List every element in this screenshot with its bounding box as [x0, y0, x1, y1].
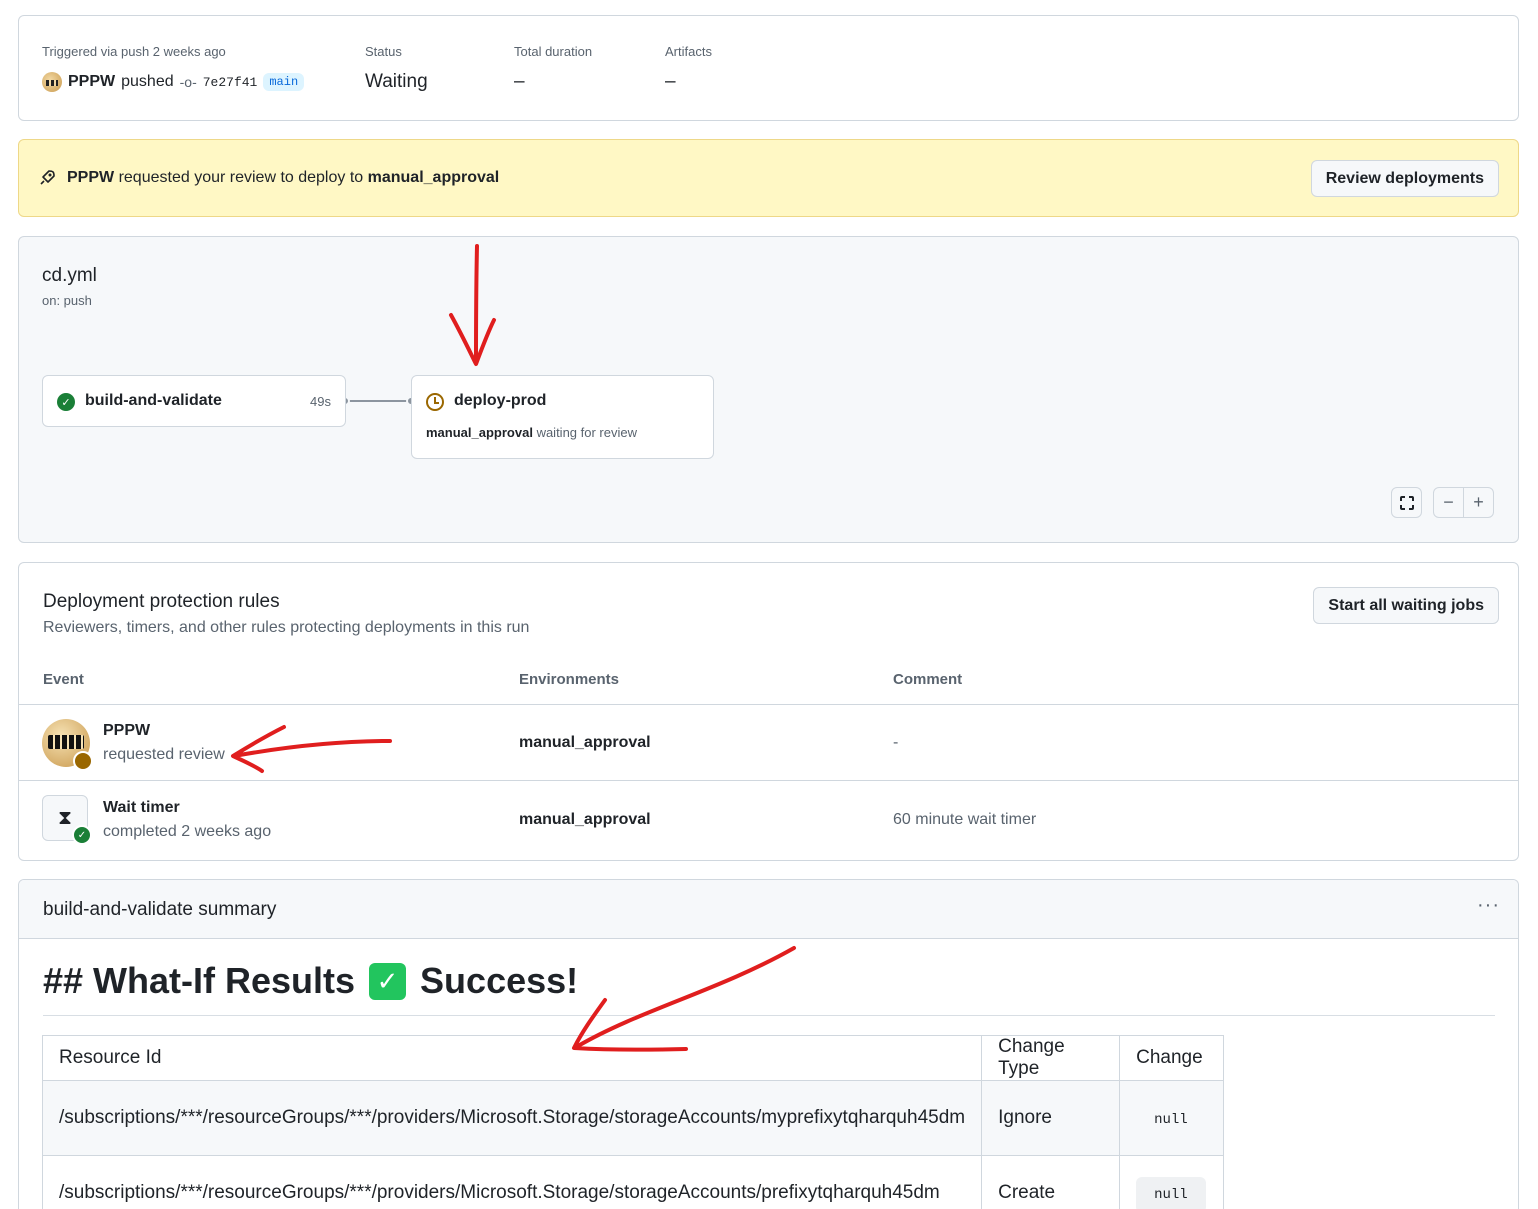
commit-sha-link[interactable]: 7e27f41: [203, 75, 258, 90]
zoom-out-button[interactable]: −: [1433, 487, 1464, 518]
job-connector: [345, 400, 413, 402]
column-resource-id: Resource Id: [41, 1035, 983, 1081]
event-environment: manual_approval: [519, 734, 651, 751]
status-value: Waiting: [365, 71, 428, 92]
deployment-protection-rules: Deployment protection rules Reviewers, t…: [18, 562, 1519, 861]
section-subtitle: Reviewers, timers, and other rules prote…: [43, 619, 530, 636]
event-sub: completed 2 weeks ago: [103, 823, 272, 840]
column-event: Event: [43, 671, 84, 688]
change-type-cell: Ignore: [981, 1080, 1121, 1156]
commit-icon: -o-: [179, 74, 197, 90]
duration-info: Total duration –: [514, 44, 592, 93]
success-check-badge-icon: ✓: [72, 825, 92, 845]
fullscreen-icon: [1398, 494, 1415, 511]
column-change-type: Change Type: [981, 1035, 1121, 1081]
summary-title: build-and-validate summary: [43, 899, 277, 920]
heading-divider: [43, 1015, 1495, 1016]
job-duration: 49s: [310, 394, 331, 409]
job-environment: manual_approval: [426, 425, 533, 440]
rule-row-wait-timer: ⧗ ✓ Wait timer completed 2 weeks ago man…: [19, 781, 1518, 861]
banner-environment: manual_approval: [367, 169, 500, 186]
actor-name[interactable]: PPPW: [68, 73, 115, 91]
event-name: Wait timer: [103, 799, 180, 816]
job-name: build-and-validate: [85, 392, 222, 409]
rocket-icon: [40, 170, 55, 185]
job-name: deploy-prod: [454, 392, 547, 409]
change-cell: null: [1119, 1080, 1225, 1156]
status-info: Status Waiting: [365, 44, 428, 93]
change-code: null: [1136, 1177, 1206, 1209]
actor-avatar[interactable]: [42, 72, 62, 92]
artifacts-info: Artifacts –: [665, 44, 712, 93]
resource-id-cell: /subscriptions/***/resourceGroups/***/pr…: [41, 1080, 983, 1156]
job-status-note: manual_approval waiting for review: [426, 425, 637, 440]
banner-actor[interactable]: PPPW: [67, 169, 114, 186]
heading-text: ## What-If Results: [43, 960, 356, 1001]
event-comment: 60 minute wait timer: [893, 811, 1037, 828]
table-header-row: Resource Id Change Type Change: [41, 1035, 1225, 1081]
table-row: /subscriptions/***/resourceGroups/***/pr…: [41, 1080, 1225, 1156]
change-type-cell: Create: [981, 1155, 1121, 1209]
event-name[interactable]: PPPW: [103, 722, 150, 740]
column-environments: Environments: [519, 671, 620, 688]
event-environment: manual_approval: [519, 811, 651, 828]
status-label: Status: [365, 44, 402, 59]
change-code: null: [1154, 1112, 1188, 1128]
what-if-table: Resource Id Change Type Change /subscrip…: [41, 1035, 1225, 1209]
branch-badge[interactable]: main: [263, 73, 305, 91]
job-deploy-prod[interactable]: deploy-prod manual_approval waiting for …: [411, 375, 714, 459]
section-title: Deployment protection rules: [43, 591, 280, 612]
resource-id-cell: /subscriptions/***/resourceGroups/***/pr…: [41, 1155, 983, 1209]
waiting-clock-icon: [426, 393, 444, 411]
job-note: waiting for review: [536, 425, 637, 440]
workflow-graph: cd.yml on: push ✓ build-and-validate 49s…: [18, 236, 1519, 543]
push-action: pushed: [121, 73, 174, 90]
job-summary: build-and-validate summary ··· ## What-I…: [18, 879, 1519, 1209]
artifacts-value: –: [665, 71, 676, 92]
table-row: /subscriptions/***/resourceGroups/***/pr…: [41, 1155, 1225, 1209]
workflow-file-name[interactable]: cd.yml: [42, 265, 97, 287]
review-request-banner: PPPW requested your review to deploy to …: [18, 139, 1519, 217]
review-deployments-button[interactable]: Review deployments: [1310, 160, 1499, 197]
success-check-icon: ✓: [57, 393, 75, 411]
rules-table-header: Event Environments Comment: [19, 657, 1518, 705]
zoom-in-button[interactable]: +: [1463, 487, 1494, 518]
event-sub: requested review: [103, 746, 225, 763]
event-comment: -: [893, 734, 899, 751]
kebab-menu-icon[interactable]: ···: [1477, 894, 1500, 917]
clock-badge-icon: [73, 751, 93, 771]
fullscreen-button[interactable]: [1391, 487, 1422, 518]
banner-text: requested your review to deploy to: [118, 169, 364, 186]
workflow-trigger: on: push: [42, 293, 92, 308]
rule-row-review: PPPW requested review manual_approval -: [19, 705, 1518, 781]
heading-success: Success!: [420, 960, 579, 1001]
job-build-and-validate[interactable]: ✓ build-and-validate 49s: [42, 375, 346, 427]
trigger-info: Triggered via push 2 weeks ago PPPW push…: [42, 44, 305, 92]
change-cell: null: [1119, 1155, 1225, 1209]
summary-header: build-and-validate summary ···: [19, 880, 1518, 939]
duration-value: –: [514, 71, 525, 92]
artifacts-label: Artifacts: [665, 44, 712, 59]
run-summary-header: Triggered via push 2 weeks ago PPPW push…: [18, 15, 1519, 121]
trigger-label: Triggered via push 2 weeks ago: [42, 44, 226, 59]
duration-label: Total duration: [514, 44, 593, 59]
check-mark-emoji-icon: ✓: [369, 962, 407, 1000]
summary-heading: ## What-If Results ✓ Success!: [43, 960, 578, 1002]
start-all-waiting-jobs-button[interactable]: Start all waiting jobs: [1313, 587, 1499, 624]
column-comment: Comment: [893, 671, 963, 688]
column-change: Change: [1119, 1035, 1225, 1081]
